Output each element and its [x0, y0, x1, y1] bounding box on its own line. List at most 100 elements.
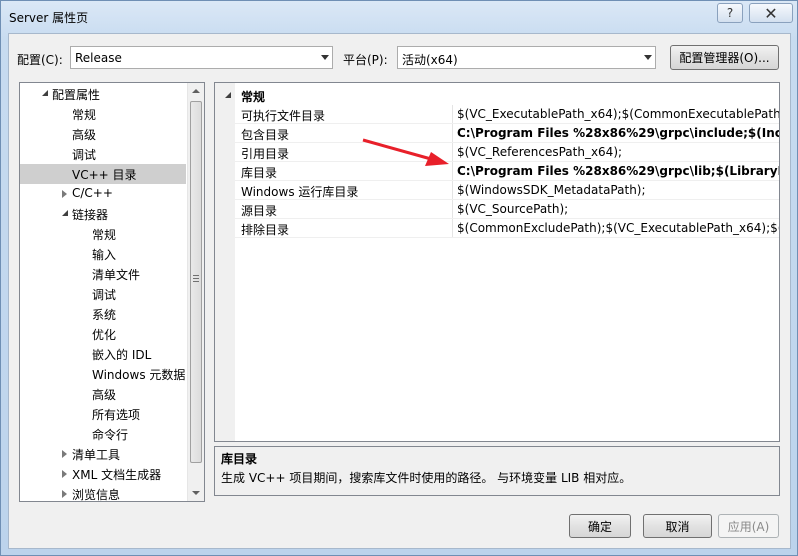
config-manager-button[interactable]: 配置管理器(O)...	[670, 45, 779, 70]
tree-item-label: 清单工具	[72, 448, 121, 462]
property-value[interactable]: $(WindowsSDK_MetadataPath);	[455, 181, 779, 199]
tree-item[interactable]: 浏览信息	[20, 484, 186, 502]
settings-tree: 配置属性 常规 高级 调试 VC++ 目录 C/C++ 链接器 常规 输入 清单文件 调试 系统 优化嵌…	[19, 82, 205, 502]
scroll-down-icon[interactable]	[192, 491, 200, 495]
ok-button[interactable]: 确定	[569, 514, 631, 538]
tree-item[interactable]: 所有选项	[20, 404, 186, 424]
config-select[interactable]: Release	[70, 46, 333, 69]
tree-item[interactable]: 调试	[20, 144, 186, 164]
tree-item[interactable]: Windows 元数据	[20, 364, 186, 384]
tree-item[interactable]: 链接器	[20, 204, 186, 224]
config-select-value: Release	[75, 51, 122, 65]
scrollbar-thumb[interactable]	[190, 101, 202, 463]
tree-item[interactable]: 输入	[20, 244, 186, 264]
tree-item[interactable]: 清单工具	[20, 444, 186, 464]
tree-item-label: C/C++	[72, 186, 113, 200]
help-button[interactable]: ?	[717, 3, 743, 23]
property-name: 排除目录	[235, 219, 453, 237]
tree-item[interactable]: 高级	[20, 384, 186, 404]
collapsed-icon[interactable]	[62, 470, 67, 478]
grip-line	[193, 281, 199, 282]
chevron-down-icon	[644, 55, 652, 60]
tree-item[interactable]: 清单文件	[20, 264, 186, 284]
tree-item[interactable]: 常规	[20, 224, 186, 244]
close-button[interactable]: ✕	[749, 3, 793, 23]
tree-item-label: 配置属性	[52, 88, 101, 102]
tree-item-label: 调试	[92, 288, 117, 302]
tree-scrollbar[interactable]	[187, 83, 204, 501]
tree-item-label: 常规	[72, 108, 97, 122]
platform-label: 平台(P):	[343, 53, 388, 67]
arrow-shaft	[362, 138, 432, 161]
property-value[interactable]: C:\Program Files %28x86%29\grpc\include;…	[455, 124, 779, 142]
arrow-head-icon	[425, 152, 449, 166]
window-title: Server 属性页	[9, 11, 89, 25]
properties-dialog: Server 属性页 ? ✕ 配置(C): Release 平台(P): 活动(…	[0, 0, 798, 556]
tree-item[interactable]: C/C++	[20, 184, 186, 204]
expanded-icon[interactable]	[62, 210, 68, 216]
property-row[interactable]: Windows 运行库目录 $(WindowsSDK_MetadataPath);	[235, 181, 779, 200]
tree-item-label: 浏览信息	[72, 488, 121, 502]
property-row[interactable]: 库目录 C:\Program Files %28x86%29\grpc\lib;$…	[235, 162, 779, 181]
tree-item-label: 嵌入的 IDL	[92, 348, 152, 362]
category-row[interactable]: 常规	[215, 86, 779, 104]
tree-item-label: 调试	[72, 148, 97, 162]
expanded-icon[interactable]	[42, 90, 48, 96]
tree-item[interactable]: 命令行	[20, 424, 186, 444]
tree-item-label: 优化	[92, 328, 117, 342]
property-row[interactable]: 源目录 $(VC_SourcePath);	[235, 200, 779, 219]
collapse-icon[interactable]	[225, 92, 231, 98]
property-name: 源目录	[235, 200, 453, 218]
tree-item[interactable]: 嵌入的 IDL	[20, 344, 186, 364]
tree-item[interactable]: 系统	[20, 304, 186, 324]
collapsed-icon[interactable]	[62, 190, 67, 198]
chevron-down-icon	[321, 55, 329, 60]
config-label: 配置(C):	[17, 53, 63, 67]
property-value[interactable]: $(VC_ExecutablePath_x64);$(CommonExecuta…	[455, 105, 779, 123]
tree-item[interactable]: 调试	[20, 284, 186, 304]
property-row[interactable]: 引用目录 $(VC_ReferencesPath_x64);	[235, 143, 779, 162]
grip-line	[193, 275, 199, 276]
description-title: 库目录	[221, 452, 258, 466]
tree-item[interactable]: VC++ 目录	[20, 164, 186, 184]
tree-item-label: 高级	[72, 128, 97, 142]
category-label: 常规	[241, 90, 266, 104]
platform-select[interactable]: 活动(x64)	[397, 46, 656, 69]
property-name: Windows 运行库目录	[235, 181, 453, 199]
property-value[interactable]: $(VC_ReferencesPath_x64);	[455, 143, 779, 161]
property-value[interactable]: $(VC_SourcePath);	[455, 200, 779, 218]
grip-line	[193, 278, 199, 279]
tree-item-label: 命令行	[92, 428, 129, 442]
property-value[interactable]: C:\Program Files %28x86%29\grpc\lib;$(Li…	[455, 162, 779, 180]
tree-item-label: 高级	[92, 388, 117, 402]
property-row[interactable]: 可执行文件目录 $(VC_ExecutablePath_x64);$(Common…	[235, 105, 779, 124]
tree-item[interactable]: 优化	[20, 324, 186, 344]
annotation-arrow	[362, 138, 449, 166]
collapsed-icon[interactable]	[62, 450, 67, 458]
description-text: 生成 VC++ 项目期间，搜索库文件时使用的路径。 与环境变量 LIB 相对应。	[221, 471, 632, 485]
tree-item-label: 所有选项	[92, 408, 141, 422]
title-bar: Server 属性页 ? ✕	[1, 1, 797, 33]
tree-item[interactable]: 配置属性	[20, 84, 186, 104]
tree-item-label: 输入	[92, 248, 117, 262]
property-row[interactable]: 包含目录 C:\Program Files %28x86%29\grpc\incl…	[235, 124, 779, 143]
tree-item[interactable]: 常规	[20, 104, 186, 124]
close-icon: ✕	[764, 3, 778, 23]
description-panel: 库目录 生成 VC++ 项目期间，搜索库文件时使用的路径。 与环境变量 LIB …	[214, 446, 780, 496]
property-grid: 常规 可执行文件目录 $(VC_ExecutablePath_x64);$(Com…	[214, 82, 780, 442]
tree-item[interactable]: 高级	[20, 124, 186, 144]
grid-gutter	[215, 83, 235, 441]
scroll-up-icon[interactable]	[192, 89, 200, 93]
tree-item[interactable]: XML 文档生成器	[20, 464, 186, 484]
dialog-client-area: 配置(C): Release 平台(P): 活动(x64) 配置管理器(O)..…	[8, 33, 791, 549]
tree-item-label: XML 文档生成器	[72, 468, 162, 482]
tree-item-label: 链接器	[72, 208, 109, 222]
property-value[interactable]: $(CommonExcludePath);$(VC_ExecutablePath…	[455, 219, 779, 237]
cancel-button[interactable]: 取消	[643, 514, 712, 538]
platform-select-value: 活动(x64)	[402, 53, 458, 67]
tree-item-label: VC++ 目录	[72, 168, 137, 182]
collapsed-icon[interactable]	[62, 490, 67, 498]
property-row[interactable]: 排除目录 $(CommonExcludePath);$(VC_Executable…	[235, 219, 779, 238]
apply-button[interactable]: 应用(A)	[718, 514, 779, 538]
property-name: 可执行文件目录	[235, 105, 453, 123]
